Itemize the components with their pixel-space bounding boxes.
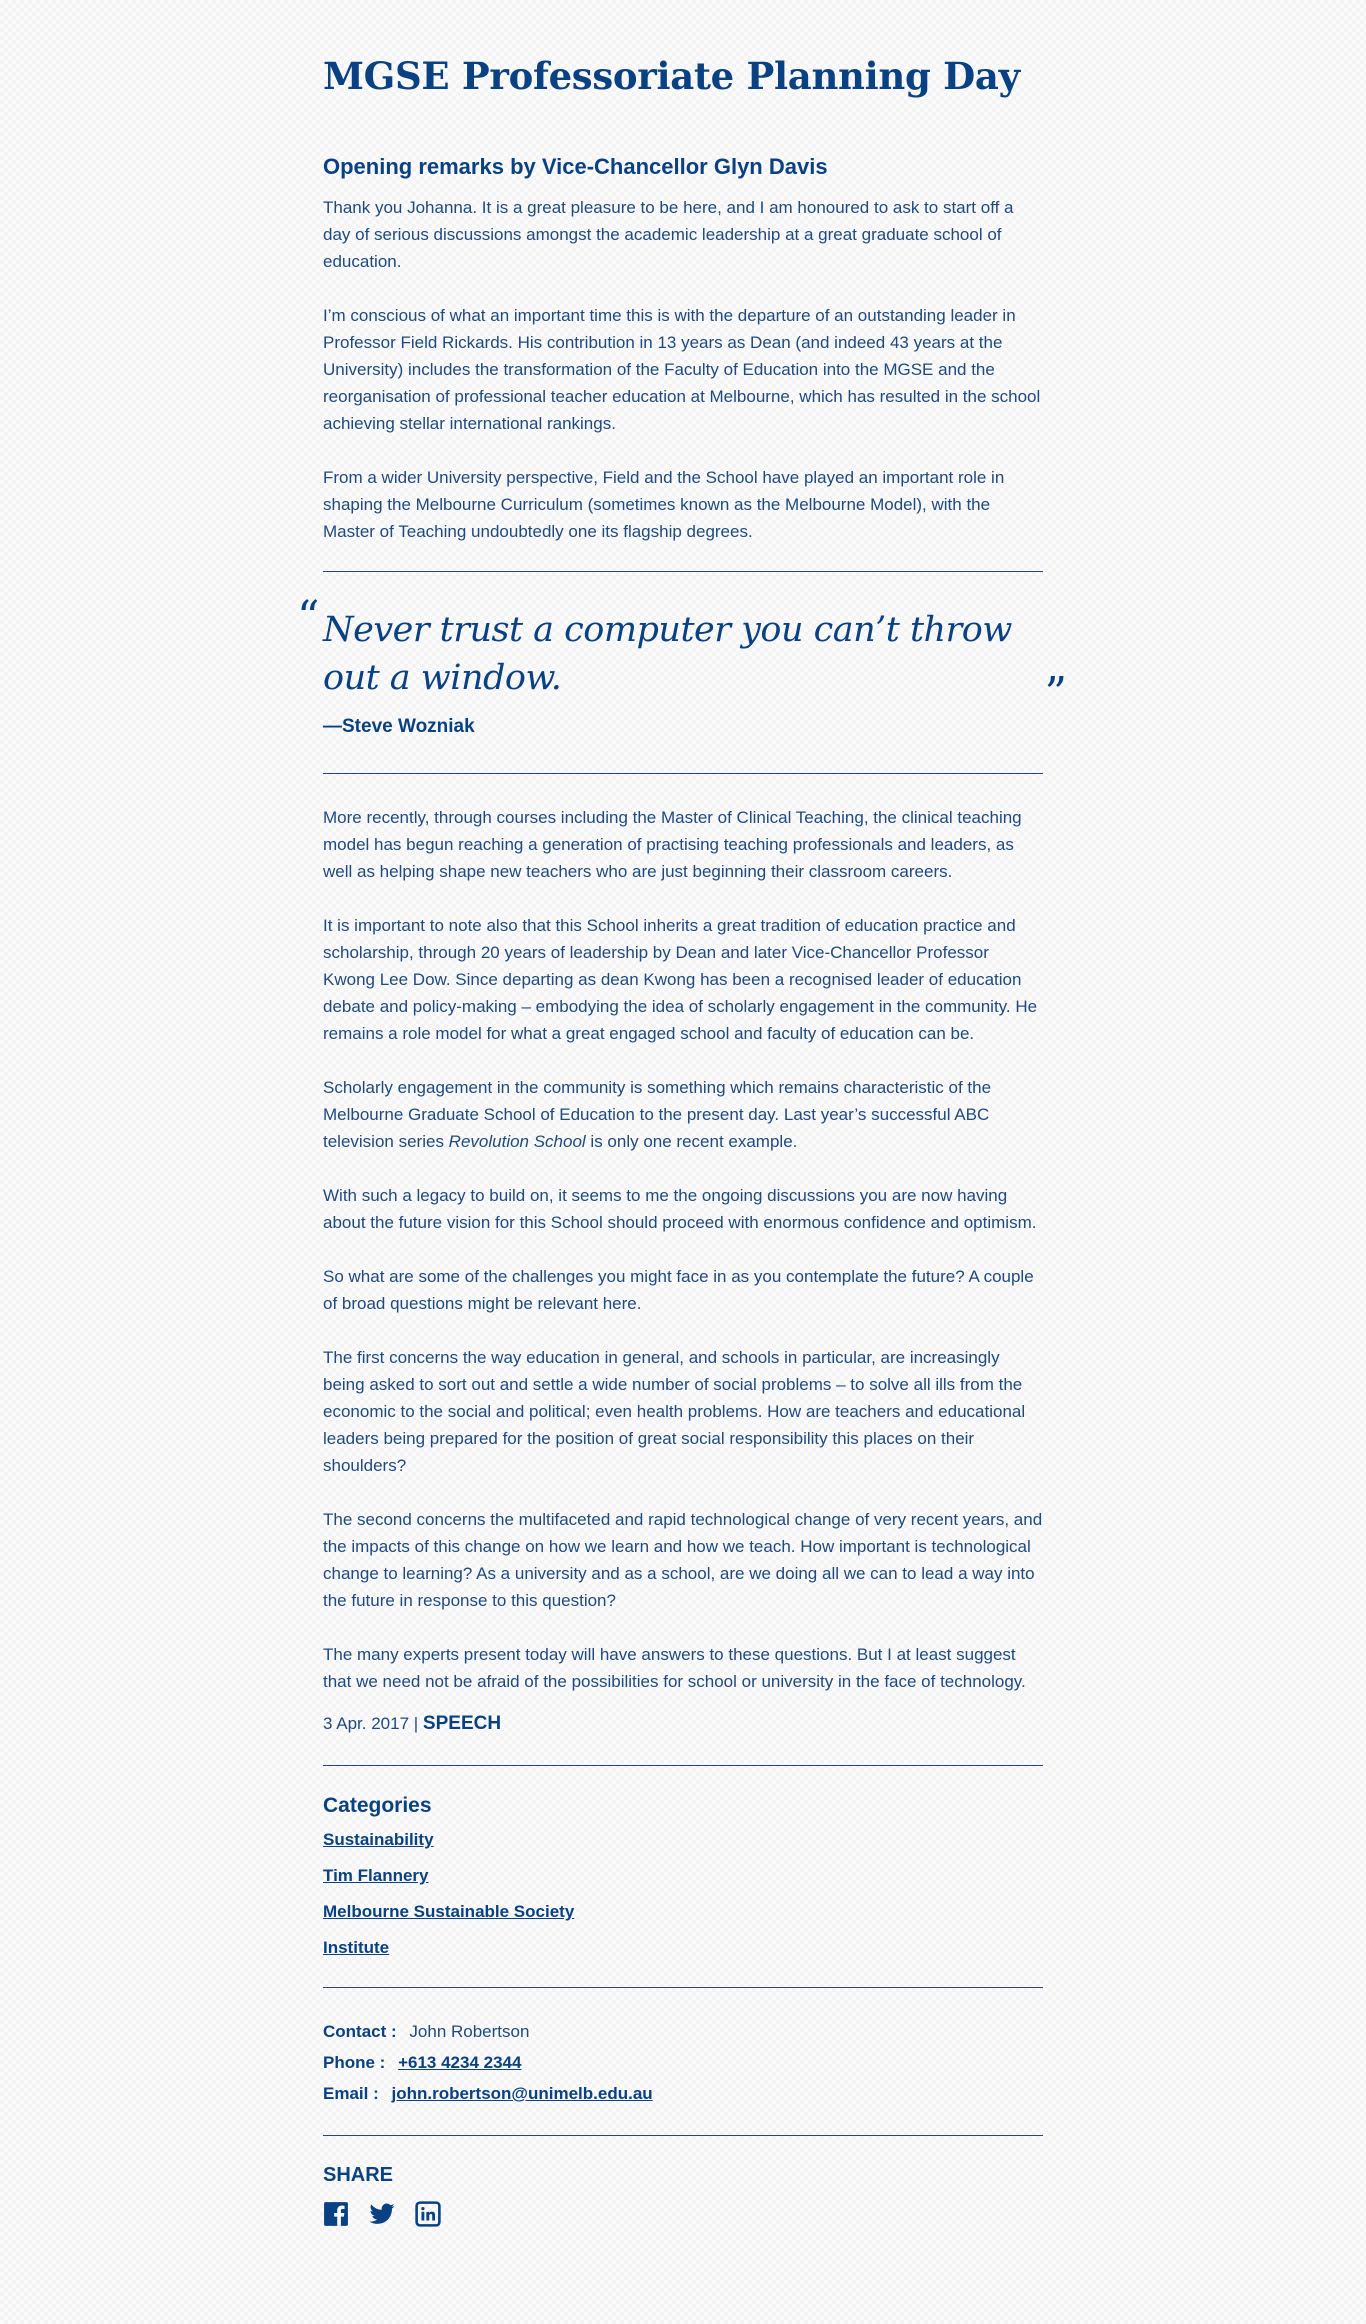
publish-date: 3 Apr. 2017	[323, 1714, 410, 1733]
body-paragraph-2: It is important to note also that this S…	[323, 916, 1038, 1043]
body-paragraph-5: So what are some of the challenges you m…	[323, 1267, 1034, 1313]
share-icons	[323, 2201, 1043, 2227]
email-link[interactable]: john.robertson@unimelb.edu.au	[391, 2084, 652, 2103]
category-link-sustainability[interactable]: Sustainability	[323, 1827, 1043, 1852]
series-title: Revolution School	[448, 1132, 586, 1151]
contact-label: Contact :	[323, 2022, 397, 2041]
body-paragraph-3: Scholarly engagement in the community is…	[323, 1074, 1043, 1155]
facebook-icon[interactable]	[323, 2201, 349, 2227]
linkedin-icon[interactable]	[415, 2201, 441, 2227]
category-link-institute[interactable]: Institute	[323, 1935, 1043, 1960]
paragraph-text: is only one recent example.	[585, 1132, 798, 1151]
body-paragraph-6: The first concerns the way education in …	[323, 1348, 1026, 1475]
page-title: MGSE Professoriate Planning Day	[323, 54, 1020, 98]
contact-section: Contact : John Robertson Phone : +613 42…	[323, 1988, 1043, 2135]
body-paragraph-7: The second concerns the multifaceted and…	[323, 1510, 1043, 1610]
quote-text: Never trust a computer you can’t throw o…	[323, 610, 1012, 698]
article-type: SPEECH	[422, 1713, 502, 1734]
quote-author: —Steve Wozniak	[323, 716, 475, 737]
category-link-tim-flannery[interactable]: Tim Flannery	[323, 1863, 1043, 1888]
email-row: Email : john.robertson@unimelb.edu.au	[323, 2078, 1043, 2109]
pull-quote: “ Never trust a computer you can’t throw…	[297, 572, 1067, 773]
body-paragraph-1: More recently, through courses including…	[323, 808, 1022, 881]
share-heading: SHARE	[323, 2164, 394, 2186]
body-paragraph-4: With such a legacy to build on, it seems…	[323, 1186, 1037, 1232]
open-quote-mark: “	[297, 592, 320, 643]
article-meta: 3 Apr. 2017 | SPEECH	[323, 1713, 1043, 1735]
article-subtitle: Opening remarks by Vice-Chancellor Glyn …	[323, 154, 828, 179]
categories-heading: Categories	[323, 1794, 432, 1817]
meta-separator: |	[413, 1714, 419, 1733]
intro-paragraph-2: I’m conscious of what an important time …	[323, 306, 1041, 433]
intro-paragraph-1: Thank you Johanna. It is a great pleasur…	[323, 198, 1014, 271]
contact-row: Contact : John Robertson	[323, 2016, 1043, 2047]
phone-row: Phone : +613 4234 2344	[323, 2047, 1043, 2078]
categories-section: Categories Sustainability Tim Flannery M…	[323, 1766, 1043, 1987]
category-link-melbourne-sustainable-society[interactable]: Melbourne Sustainable Society	[323, 1899, 1043, 1924]
article-body: More recently, through courses including…	[323, 774, 1043, 1735]
phone-link[interactable]: +613 4234 2344	[398, 2053, 521, 2072]
close-quote-mark: ”	[1044, 668, 1068, 719]
body-paragraph-8: The many experts present today will have…	[323, 1645, 1026, 1691]
twitter-icon[interactable]	[369, 2201, 395, 2227]
phone-label: Phone :	[323, 2053, 386, 2072]
intro-paragraph-3: From a wider University perspective, Fie…	[323, 468, 1005, 541]
email-label: Email :	[323, 2084, 379, 2103]
contact-name: John Robertson	[409, 2022, 530, 2041]
share-section: SHARE	[323, 2136, 1043, 2227]
article-page: MGSE Professoriate Planning Day Opening …	[297, 0, 1067, 2227]
